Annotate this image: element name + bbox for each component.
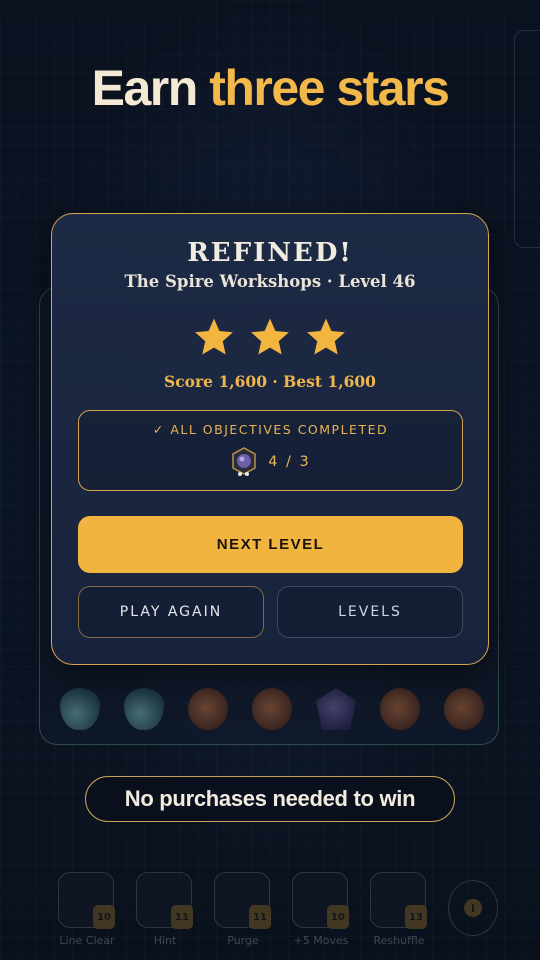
levels-button[interactable]: LEVELS xyxy=(277,586,463,638)
booster-count: 10 xyxy=(327,905,349,929)
info-button[interactable]: i xyxy=(448,880,498,936)
score-line: Score 1,600 · Best 1,600 xyxy=(164,372,376,391)
star-icon xyxy=(195,318,233,355)
objectives-status: ✓ ALL OBJECTIVES COMPLETED xyxy=(152,422,389,437)
booster-label: +5 Moves xyxy=(293,934,349,947)
water-drop-tile xyxy=(116,680,168,736)
objective-item: 4 / 3 xyxy=(79,447,462,477)
headline-part2: three stars xyxy=(209,60,450,116)
booster-count: 13 xyxy=(405,905,427,929)
booster-count: 10 xyxy=(93,905,115,929)
no-purchases-banner: No purchases needed to win xyxy=(85,776,455,822)
board-tiles-row xyxy=(44,680,496,740)
level-subtitle: The Spire Workshops · Level 46 xyxy=(124,272,416,291)
star-icon xyxy=(251,318,289,355)
copper-ore-tile xyxy=(436,680,488,736)
booster-line-clear[interactable]: 10 Line Clear xyxy=(58,872,116,960)
booster-label: Hint xyxy=(153,934,177,947)
objective-count: 4 / 3 xyxy=(268,454,311,470)
booster-count: 11 xyxy=(171,905,193,929)
level-complete-dialog: REFINED! The Spire Workshops · Level 46 … xyxy=(51,213,489,665)
booster-label: Purge xyxy=(227,934,259,947)
booster-label: Line Clear xyxy=(59,934,115,947)
booster-reshuffle[interactable]: 13 Reshuffle xyxy=(370,872,428,960)
booster-bar: 10 Line Clear 11 Hint 11 Purge 10 +5 Mov… xyxy=(58,872,498,960)
result-title: REFINED! xyxy=(187,238,353,268)
amethyst-tile xyxy=(308,680,360,736)
headline-part1: Earn xyxy=(91,60,199,116)
star-rating xyxy=(52,316,488,358)
booster-hint[interactable]: 11 Hint xyxy=(136,872,194,960)
copper-ore-tile xyxy=(180,680,232,736)
copper-ore-tile xyxy=(372,680,424,736)
amethyst-gem-icon xyxy=(230,447,258,477)
booster-label: Reshuffle xyxy=(373,934,425,947)
objectives-panel: ✓ ALL OBJECTIVES COMPLETED 4 / 3 xyxy=(78,410,463,491)
promo-headline: Earn three stars xyxy=(0,58,540,118)
booster-purge[interactable]: 11 Purge xyxy=(214,872,272,960)
star-icon xyxy=(307,318,345,355)
info-icon: i xyxy=(464,899,482,917)
booster-plus-moves[interactable]: 10 +5 Moves xyxy=(292,872,350,960)
play-again-button[interactable]: PLAY AGAIN xyxy=(78,586,264,638)
water-drop-tile xyxy=(52,680,104,736)
copper-ore-tile xyxy=(244,680,296,736)
next-level-button[interactable]: NEXT LEVEL xyxy=(78,516,463,573)
booster-count: 11 xyxy=(249,905,271,929)
